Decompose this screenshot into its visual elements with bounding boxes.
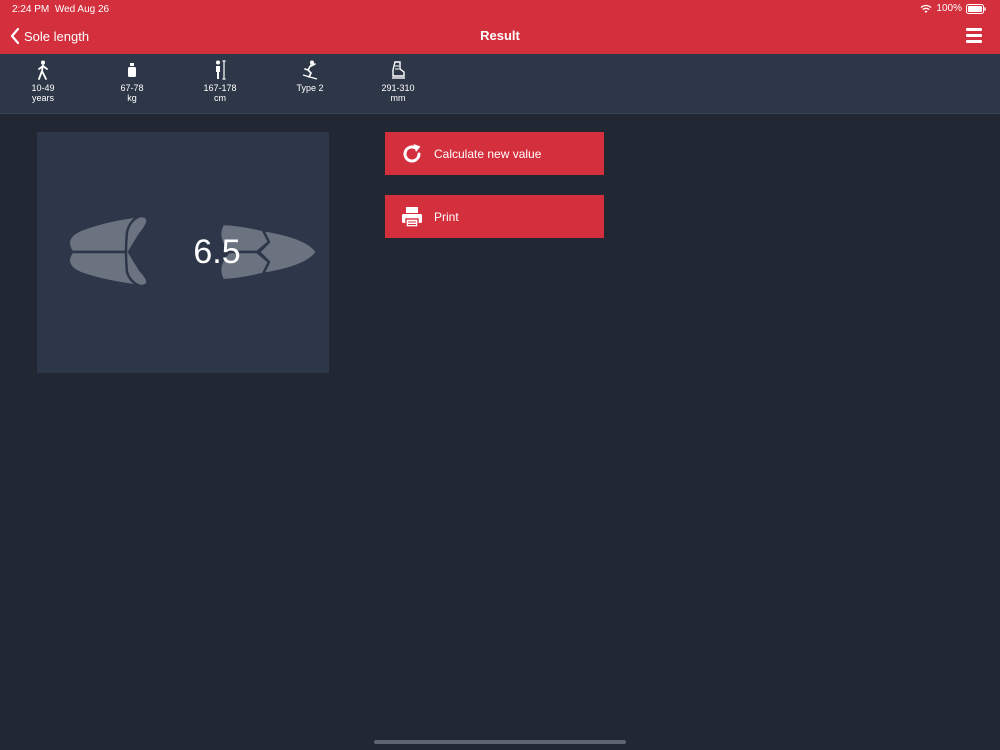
back-button-label: Sole length (24, 28, 90, 44)
weight-icon (128, 63, 136, 77)
info-height-value: 167-178 (203, 83, 237, 93)
calculate-new-value-label: Calculate new value (434, 146, 542, 161)
back-button[interactable]: Sole length (8, 18, 89, 54)
info-sole-length-unit: mm (390, 93, 406, 103)
din-result-value: 6.5 (193, 233, 241, 271)
info-skier-type-value: Type 2 (296, 83, 324, 93)
refresh-icon (403, 143, 421, 162)
status-right: 100% (920, 3, 986, 14)
info-weight-unit: kg (127, 93, 137, 103)
print-label: Print (434, 209, 459, 224)
height-icon (216, 60, 226, 80)
page-title: Result (480, 28, 520, 43)
walking-person-icon (38, 60, 48, 80)
info-skier-type: Type 2 (280, 60, 340, 93)
battery-percent: 100% (936, 3, 962, 14)
info-age-unit: years (31, 93, 54, 103)
skier-icon (302, 60, 318, 80)
nav-bar: Sole length Result (0, 18, 1000, 54)
ski-boot-icon (392, 61, 405, 79)
wifi-icon (920, 4, 932, 13)
info-height-unit: cm (214, 93, 226, 103)
info-sole-length-value: 291-310 (381, 83, 415, 93)
info-sole-length: 291-310 mm (368, 60, 428, 103)
info-height: 167-178 cm (190, 60, 250, 103)
status-date: Wed Aug 26 (54, 4, 110, 15)
info-age: 10-49 years (13, 60, 73, 103)
status-clock: 2:24 PM (12, 4, 50, 15)
printer-icon (402, 206, 422, 228)
home-indicator[interactable] (374, 740, 626, 744)
info-age-value: 10-49 (31, 83, 55, 93)
status-bar: 2:24 PM Wed Aug 26 100% (0, 0, 1000, 18)
calculate-new-value-button[interactable]: Calculate new value (385, 132, 604, 175)
battery-icon (966, 3, 986, 14)
result-panel: 6.5 (37, 132, 329, 373)
status-time: 2:24 PM Wed Aug 26 (12, 4, 109, 15)
hamburger-menu-icon[interactable] (966, 28, 982, 44)
info-weight: 67-78 kg (102, 60, 162, 103)
print-button[interactable]: Print (385, 195, 604, 238)
info-weight-value: 67-78 (120, 83, 144, 93)
chevron-left-icon (10, 27, 20, 45)
parameter-summary-bar: 10-49 years 67-78 kg 167-178 cm Type 2 2… (0, 54, 1000, 114)
